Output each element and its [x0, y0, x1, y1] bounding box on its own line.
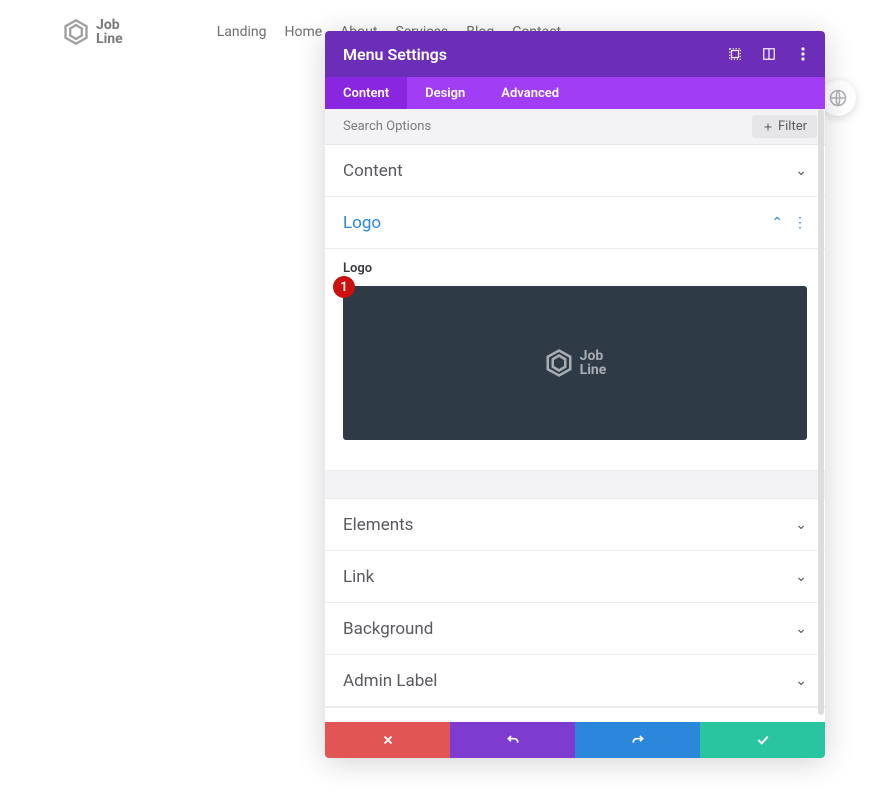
section-admin-label-title: Admin Label — [343, 671, 437, 691]
sections-scroll[interactable]: Content ⌄ Logo ⌃ ⋮ Logo 1 Job — [325, 145, 825, 722]
undo-icon — [505, 732, 521, 748]
site-logo-text: Job Line — [96, 18, 123, 46]
redo-button[interactable] — [575, 722, 700, 758]
section-content[interactable]: Content ⌄ — [325, 145, 825, 197]
search-row: Search Options Filter — [325, 109, 825, 145]
modal-title: Menu Settings — [343, 45, 447, 64]
menu-settings-modal: Menu Settings Content Design Advanced Se… — [325, 31, 825, 758]
close-icon — [381, 733, 395, 747]
hexagon-icon — [62, 18, 90, 46]
redo-icon — [630, 732, 646, 748]
chevron-down-icon: ⌄ — [795, 621, 807, 637]
tab-design[interactable]: Design — [407, 77, 483, 109]
preview-logo: Job Line — [544, 348, 607, 378]
section-more-icon[interactable]: ⋮ — [793, 216, 807, 230]
section-background-title: Background — [343, 619, 433, 639]
check-icon — [755, 732, 771, 748]
section-link[interactable]: Link ⌄ — [325, 551, 825, 603]
hexagon-icon — [544, 348, 574, 378]
world-icon[interactable] — [820, 80, 856, 116]
nav-home[interactable]: Home — [284, 24, 322, 40]
section-logo-title: Logo — [343, 213, 381, 233]
chevron-down-icon: ⌄ — [795, 569, 807, 585]
modal-tabs: Content Design Advanced — [325, 77, 825, 109]
section-elements-title: Elements — [343, 515, 413, 535]
section-admin-label[interactable]: Admin Label ⌄ — [325, 655, 825, 707]
section-link-title: Link — [343, 567, 374, 587]
expand-icon[interactable] — [727, 46, 743, 62]
section-gap — [325, 471, 825, 499]
modal-header-actions — [727, 46, 811, 62]
site-logo: Job Line — [62, 18, 123, 46]
tab-advanced[interactable]: Advanced — [483, 77, 577, 109]
help-row[interactable]: ? Help — [325, 707, 825, 722]
tab-content[interactable]: Content — [325, 77, 407, 109]
confirm-button[interactable] — [700, 722, 825, 758]
filter-button[interactable]: Filter — [752, 115, 817, 138]
logo-field-label: Logo — [343, 261, 807, 276]
chevron-down-icon: ⌄ — [795, 163, 807, 179]
more-icon[interactable] — [795, 46, 811, 62]
scrollbar[interactable] — [818, 109, 824, 715]
section-elements[interactable]: Elements ⌄ — [325, 499, 825, 551]
preview-logo-text: Job Line — [580, 349, 607, 377]
chevron-down-icon: ⌄ — [795, 673, 807, 689]
logo-preview[interactable]: 1 Job Line — [343, 286, 807, 440]
section-content-title: Content — [343, 161, 403, 181]
modal-header: Menu Settings — [325, 31, 825, 77]
undo-button[interactable] — [450, 722, 575, 758]
modal-footer — [325, 722, 825, 758]
notification-badge: 1 — [333, 276, 355, 298]
filter-label: Filter — [778, 119, 807, 134]
layout-icon[interactable] — [761, 46, 777, 62]
nav-landing[interactable]: Landing — [217, 24, 267, 40]
cancel-button[interactable] — [325, 722, 450, 758]
chevron-up-icon: ⌃ — [771, 215, 783, 231]
section-logo-body: Logo 1 Job Line — [325, 249, 825, 471]
plus-icon — [762, 121, 774, 133]
chevron-down-icon: ⌄ — [795, 517, 807, 533]
section-background[interactable]: Background ⌄ — [325, 603, 825, 655]
search-options-label[interactable]: Search Options — [343, 119, 431, 134]
section-logo[interactable]: Logo ⌃ ⋮ — [325, 197, 825, 249]
